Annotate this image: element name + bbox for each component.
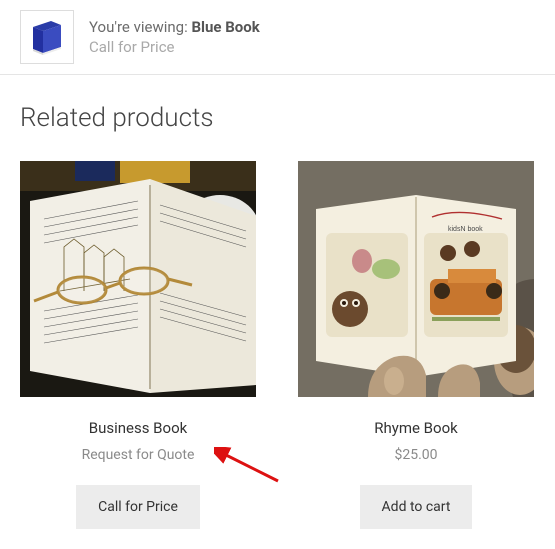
related-heading: Related products — [20, 103, 535, 133]
product-image-business-book: Mediati — [20, 161, 256, 397]
svg-text:kidsN book: kidsN book — [448, 226, 483, 233]
viewing-price: Call for Price — [89, 38, 260, 56]
product-subtitle: Request for Quote — [20, 447, 256, 463]
viewing-text: You're viewing: Blue Book Call for Price — [89, 18, 260, 56]
viewing-bar: You're viewing: Blue Book Call for Price — [0, 0, 555, 75]
product-title: Business Book — [20, 419, 256, 437]
call-for-price-button[interactable]: Call for Price — [76, 485, 200, 529]
add-to-cart-button[interactable]: Add to cart — [360, 485, 473, 529]
product-card[interactable]: kidsN book Rhyme Book $25.00 Add to cart — [298, 161, 534, 529]
products-grid: Mediati — [20, 161, 535, 529]
product-price: $25.00 — [298, 447, 534, 463]
product-title: Rhyme Book — [298, 419, 534, 437]
viewing-line: You're viewing: Blue Book — [89, 18, 260, 36]
viewing-product-name: Blue Book — [191, 18, 259, 36]
blue-book-icon — [27, 17, 67, 57]
related-section: Related products Mediati — [0, 75, 555, 549]
product-image-rhyme-book: kidsN book — [298, 161, 534, 397]
viewing-thumbnail[interactable] — [20, 10, 74, 64]
viewing-prefix: You're viewing: — [89, 18, 191, 36]
product-card[interactable]: Mediati — [20, 161, 256, 529]
